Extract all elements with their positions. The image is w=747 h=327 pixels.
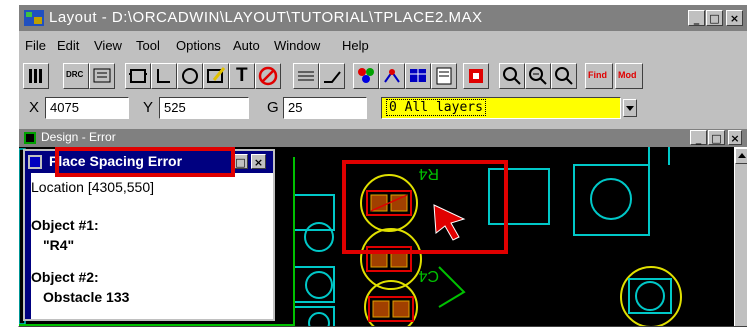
obstacle-tool-icon[interactable] — [203, 63, 229, 89]
dialog-object1-label: Object #1: — [31, 217, 99, 233]
library-manager-icon[interactable] — [23, 63, 49, 89]
edit-toolbar-icon[interactable] — [89, 63, 115, 89]
design-window: Design - Error _ □ × R4 C4 Place Spacing… — [19, 129, 747, 326]
pcb-pad — [392, 300, 410, 318]
window-title: Layout - D:\ORCADWIN\LAYOUT\TUTORIAL\TPL… — [49, 9, 483, 26]
maximize-button[interactable]: □ — [706, 10, 723, 26]
minimize-button[interactable]: _ — [688, 10, 705, 26]
menu-tool[interactable]: Tool — [136, 38, 160, 53]
coordinate-bar: X 4075 Y 525 G 25 0 All layers — [19, 93, 747, 125]
zoom-all-icon[interactable] — [499, 63, 525, 89]
grid-label: G — [267, 99, 279, 116]
pcb-canvas[interactable]: R4 C4 Place Spacing Error □ × Location [… — [19, 147, 734, 326]
app-logo-icon — [24, 10, 44, 26]
dialog-object2-label: Object #2: — [31, 269, 99, 285]
modify-button[interactable]: Mod — [615, 63, 643, 89]
arrow-up-icon — [738, 153, 746, 158]
color-tool-icon[interactable] — [353, 63, 379, 89]
reports-icon[interactable] — [431, 63, 457, 89]
menu-file[interactable]: File — [25, 38, 46, 53]
menu-edit[interactable]: Edit — [57, 38, 79, 53]
online-drc-icon[interactable] — [463, 63, 489, 89]
zoom-in-icon[interactable] — [525, 63, 551, 89]
pcb-pad-round — [304, 222, 334, 252]
pcb-label-c4: C4 — [418, 267, 439, 284]
pcb-pad — [573, 164, 650, 236]
close-button[interactable]: × — [726, 10, 743, 26]
text-tool-button[interactable]: T — [229, 63, 255, 89]
find-button[interactable]: Find — [585, 63, 613, 89]
vertical-scrollbar[interactable] — [734, 147, 747, 326]
design-window-title: Design - Error — [41, 130, 116, 144]
design-minimize-button[interactable]: _ — [690, 130, 707, 145]
menu-view[interactable]: View — [94, 38, 122, 53]
zoom-out-icon[interactable] — [551, 63, 577, 89]
pcb-pad-r4-2 — [390, 194, 408, 212]
pcb-pad-round — [590, 178, 632, 220]
scroll-up-button[interactable] — [735, 148, 747, 164]
menu-help[interactable]: Help — [342, 38, 369, 53]
dialog-location-text: Location [4305,550] — [31, 179, 154, 195]
component-tool-icon[interactable] — [125, 63, 151, 89]
grid-field[interactable]: 25 — [283, 97, 367, 119]
dialog-maximize-button[interactable]: □ — [233, 154, 248, 169]
chevron-down-icon — [626, 106, 634, 111]
design-close-button[interactable]: × — [728, 130, 742, 145]
drc-button[interactable]: DRC — [63, 63, 89, 89]
dialog-left-edge — [25, 173, 31, 319]
connection-tool-icon[interactable] — [293, 63, 319, 89]
x-coordinate-field[interactable]: 4075 — [45, 97, 129, 119]
spreadsheet-icon[interactable] — [405, 63, 431, 89]
pcb-pad — [372, 300, 390, 318]
query-tool-icon[interactable] — [379, 63, 405, 89]
x-label: X — [29, 99, 40, 116]
toolbar: DRC T Find Mod — [19, 61, 747, 91]
y-coordinate-field[interactable]: 525 — [159, 97, 249, 119]
pin-tool-icon[interactable] — [151, 63, 177, 89]
menu-bar: File Edit View Tool Options Auto Window … — [19, 35, 747, 57]
pcb-pad-round — [635, 281, 665, 311]
layer-select-value: 0 All layers — [386, 99, 486, 116]
menu-window[interactable]: Window — [274, 38, 320, 53]
dialog-title-highlight-box — [55, 147, 235, 177]
title-bar[interactable]: Layout - D:\ORCADWIN\LAYOUT\TUTORIAL\TPL… — [19, 5, 747, 31]
dialog-object1-value: "R4" — [43, 237, 75, 253]
pcb-pad-round — [305, 271, 333, 299]
menu-options[interactable]: Options — [176, 38, 221, 53]
dialog-app-icon — [28, 155, 42, 169]
mouse-pointer-icon — [433, 204, 466, 241]
design-maximize-button[interactable]: □ — [708, 130, 725, 145]
menu-auto[interactable]: Auto — [233, 38, 260, 53]
design-window-icon — [24, 132, 36, 144]
pcb-silk-outline — [438, 266, 466, 308]
layer-select[interactable]: 0 All layers — [381, 97, 621, 119]
layer-dropdown-button[interactable] — [623, 99, 637, 117]
pcb-label-r4: R4 — [418, 165, 439, 182]
y-label: Y — [143, 99, 154, 116]
route-tool-icon[interactable] — [319, 63, 345, 89]
dialog-object2-value: Obstacle 133 — [43, 289, 130, 305]
error-tool-icon[interactable] — [255, 63, 281, 89]
dialog-close-button[interactable]: × — [251, 154, 266, 169]
pad-tool-icon[interactable] — [177, 63, 203, 89]
pcb-pad — [488, 168, 550, 225]
design-window-titlebar[interactable]: Design - Error _ □ × — [19, 129, 747, 147]
layout-app-window: Layout - D:\ORCADWIN\LAYOUT\TUTORIAL\TPL… — [18, 4, 747, 327]
pcb-pad-r4-1 — [370, 194, 388, 212]
